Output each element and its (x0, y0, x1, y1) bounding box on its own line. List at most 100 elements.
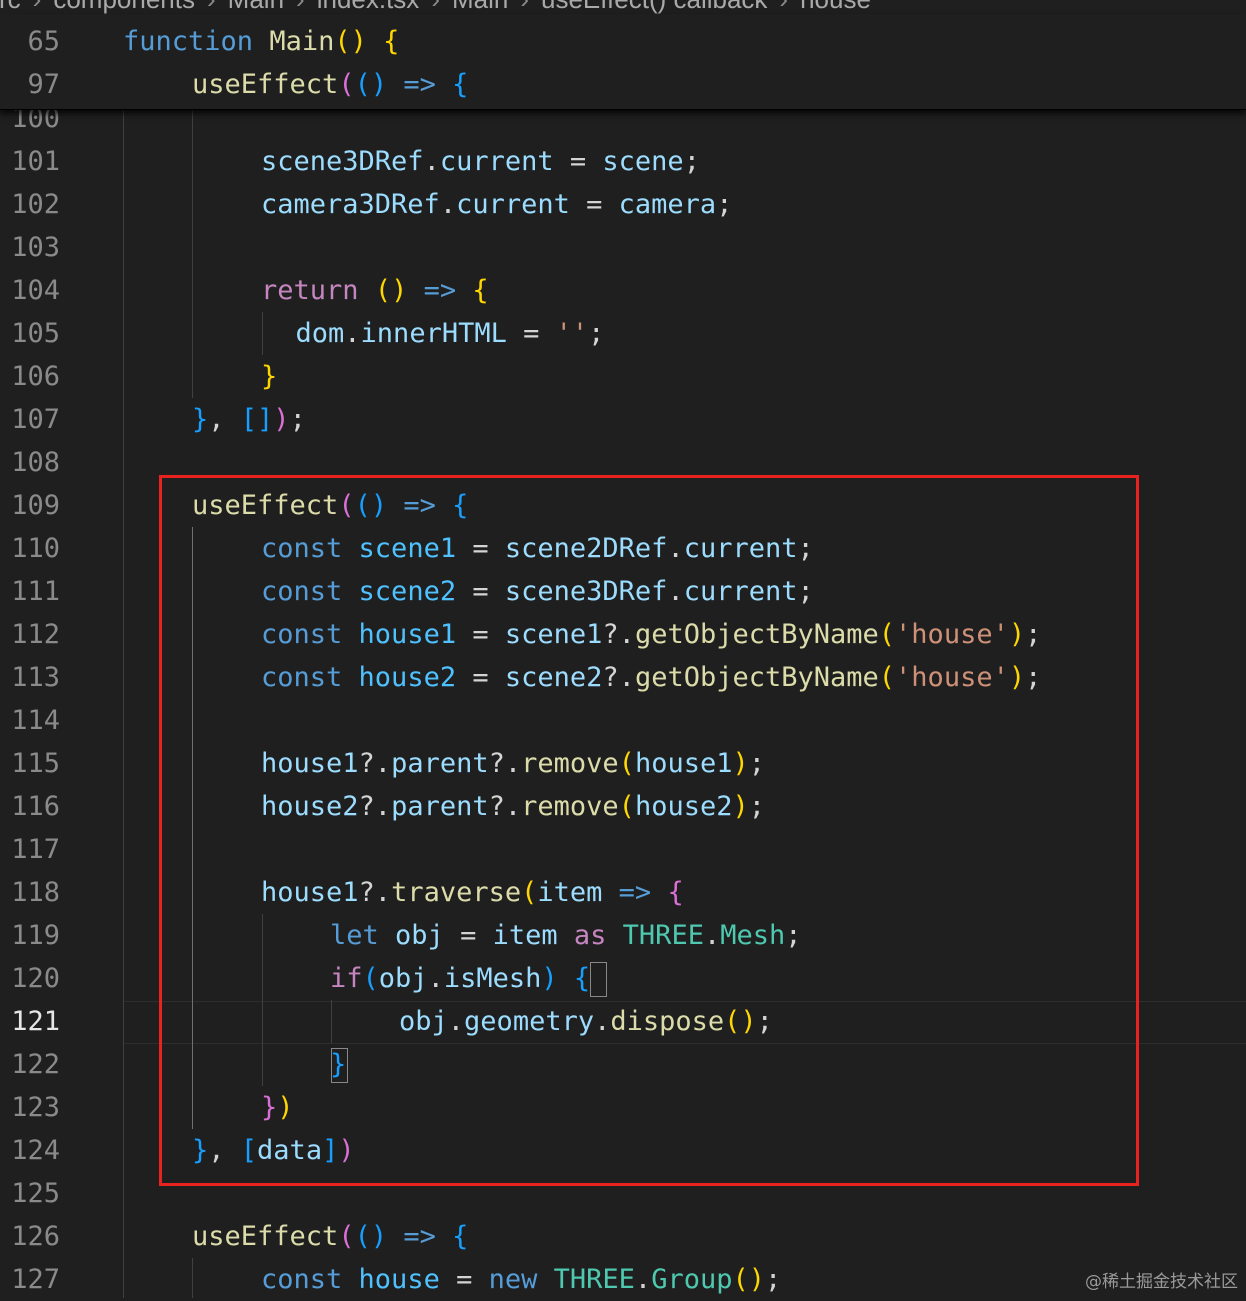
line-number: 116 (11, 791, 60, 822)
line-number: 97 (27, 69, 60, 100)
code-text: dom.innerHTML = ''; (296, 312, 605, 355)
breadcrumb-label: components (53, 0, 195, 14)
line-number: 122 (11, 1049, 60, 1080)
code-line[interactable]: 105 dom.innerHTML = ''; (0, 312, 1246, 355)
code-token: = (553, 146, 603, 177)
code-token: ; (588, 318, 605, 349)
indent-guide (192, 109, 193, 398)
code-text: useEffect(() => { (192, 63, 468, 106)
code-token: { (452, 1221, 469, 1252)
breadcrumb-separator: › (779, 0, 788, 14)
code-token: return (261, 275, 359, 306)
line-number: 125 (11, 1178, 60, 1209)
code-token: = (506, 318, 556, 349)
code-line[interactable]: 103 (0, 226, 1246, 269)
line-number: 65 (27, 26, 60, 57)
code-text: const house = new THREE.Group(); (261, 1258, 781, 1301)
code-token: house (358, 1264, 440, 1295)
code-text: } (261, 355, 277, 398)
code-token: => (403, 1221, 436, 1252)
line-number: 109 (11, 490, 60, 521)
line-number: 104 (11, 275, 60, 306)
line-number: 106 (11, 361, 60, 392)
code-token: current (456, 189, 570, 220)
line-number: 107 (11, 404, 60, 435)
code-token: Main (269, 26, 335, 57)
code-token: , (208, 404, 241, 435)
code-token: camera3DRef (261, 189, 440, 220)
watermark: @稀土掘金技术社区 (1085, 1272, 1238, 1292)
code-token: () (334, 26, 367, 57)
line-number: 118 (11, 877, 60, 908)
breadcrumb-label: Main (228, 0, 284, 14)
code-token: ; (289, 404, 306, 435)
indent-guide (262, 312, 263, 355)
code-line[interactable]: 106} (0, 355, 1246, 398)
code-token: } (261, 361, 278, 392)
breadcrumb-item[interactable]: components (53, 0, 195, 14)
line-number: 111 (11, 576, 60, 607)
code-line[interactable]: 127 const house = new THREE.Group(); (0, 1258, 1246, 1301)
line-number: 112 (11, 619, 60, 650)
breadcrumb-separator: › (33, 0, 42, 14)
code-token: ; (764, 1264, 782, 1295)
line-number: 105 (11, 318, 60, 349)
line-number: 120 (11, 963, 60, 994)
code-token: ) (273, 404, 290, 435)
code-line[interactable]: 65 function Main() { (0, 20, 1246, 63)
code-token: } (192, 404, 209, 435)
code-text: return () => { (261, 269, 489, 312)
breadcrumb-label: useEffect() callback (541, 0, 767, 14)
breadcrumb-item[interactable]: useEffect() callback (541, 0, 767, 14)
code-token: . (423, 146, 440, 177)
line-number: 110 (11, 533, 60, 564)
code-line[interactable]: 101 scene3DRef.current = scene; (0, 140, 1246, 183)
breadcrumb-label: src (0, 0, 21, 14)
indent-guide (123, 109, 124, 1298)
code-token: new (488, 1264, 554, 1295)
line-number: 114 (11, 705, 60, 736)
line-number: 117 (11, 834, 60, 865)
breadcrumb-separator: › (520, 0, 529, 14)
breadcrumb-item[interactable]: index.tsx (317, 0, 420, 14)
code-token: const (261, 1264, 359, 1295)
breadcrumb-item[interactable]: house (800, 0, 871, 14)
line-number: 115 (11, 748, 60, 779)
code-line[interactable]: 97 useEffect(() => { (0, 63, 1246, 106)
code-token: camera (618, 189, 717, 220)
line-number: 103 (11, 232, 60, 263)
code-token: THREE (553, 1264, 635, 1295)
code-line[interactable]: 102 camera3DRef.current = camera; (0, 183, 1246, 226)
code-token: Group (651, 1264, 733, 1295)
breadcrumb-separator: › (207, 0, 216, 14)
code-token: current (439, 146, 554, 177)
line-number: 108 (11, 447, 60, 478)
code-text: useEffect(() => { (192, 1215, 468, 1258)
line-number: 102 (11, 189, 60, 220)
code-token: [] (240, 404, 274, 435)
breadcrumb-item[interactable]: Main (452, 0, 508, 14)
code-token: () (354, 69, 388, 100)
code-token: () (732, 1264, 765, 1295)
code-token: () (374, 275, 408, 306)
breadcrumb-label: house (800, 0, 871, 14)
code-token: . (439, 189, 457, 220)
sticky-scroll-header[interactable]: 65 function Main() { 97 useEffect(() => { (0, 14, 1246, 110)
code-text: }, []); (192, 398, 306, 441)
code-line[interactable]: 126 useEffect(() => { (0, 1215, 1246, 1258)
code-line[interactable]: 107}, []); (0, 398, 1246, 441)
breadcrumb-item[interactable]: src (0, 0, 21, 14)
breadcrumb-item[interactable]: Main (228, 0, 284, 14)
code-line[interactable]: 104 return () => { (0, 269, 1246, 312)
code-token: '' (555, 318, 589, 349)
code-token: . (634, 1264, 652, 1295)
line-number: 119 (11, 920, 60, 951)
code-token: ; (716, 189, 733, 220)
code-text: function Main() { (123, 20, 399, 63)
